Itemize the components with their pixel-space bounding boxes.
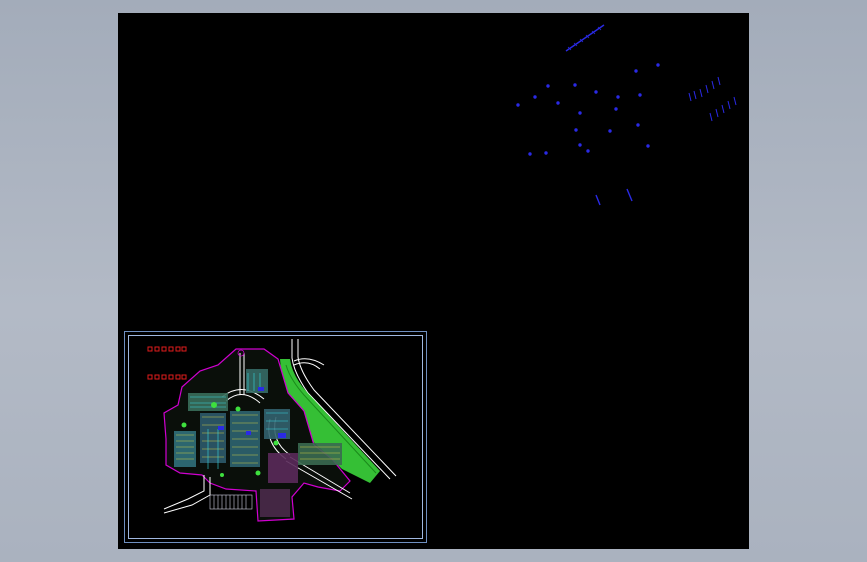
cad-drawing-canvas[interactable] [118, 13, 749, 549]
parking-grid [209, 494, 253, 510]
annotation-label-stroke [565, 24, 605, 52]
annotation-ticks [688, 76, 721, 102]
cad-model-space-viewport[interactable] [118, 13, 749, 549]
legend-red-marks [147, 346, 187, 380]
legend-box [147, 374, 153, 380]
legend-box [168, 346, 174, 352]
legend-box [168, 374, 174, 380]
road [163, 477, 211, 514]
legend-box [175, 374, 181, 380]
road [163, 475, 205, 510]
annotation-tick [595, 194, 601, 206]
legend-box [154, 346, 160, 352]
legend-box [181, 374, 187, 380]
legend-box [161, 374, 167, 380]
road-curve [293, 362, 321, 370]
site-plan-drawing [163, 339, 397, 522]
legend-box [154, 374, 160, 380]
road-curve [293, 358, 325, 366]
legend-box [161, 346, 167, 352]
annotation-ticks [709, 96, 737, 122]
legend-box [181, 346, 187, 352]
legend-box [175, 346, 181, 352]
legend-box [147, 346, 153, 352]
annotation-tick [626, 188, 633, 202]
blue-annotation-cluster [516, 24, 737, 206]
